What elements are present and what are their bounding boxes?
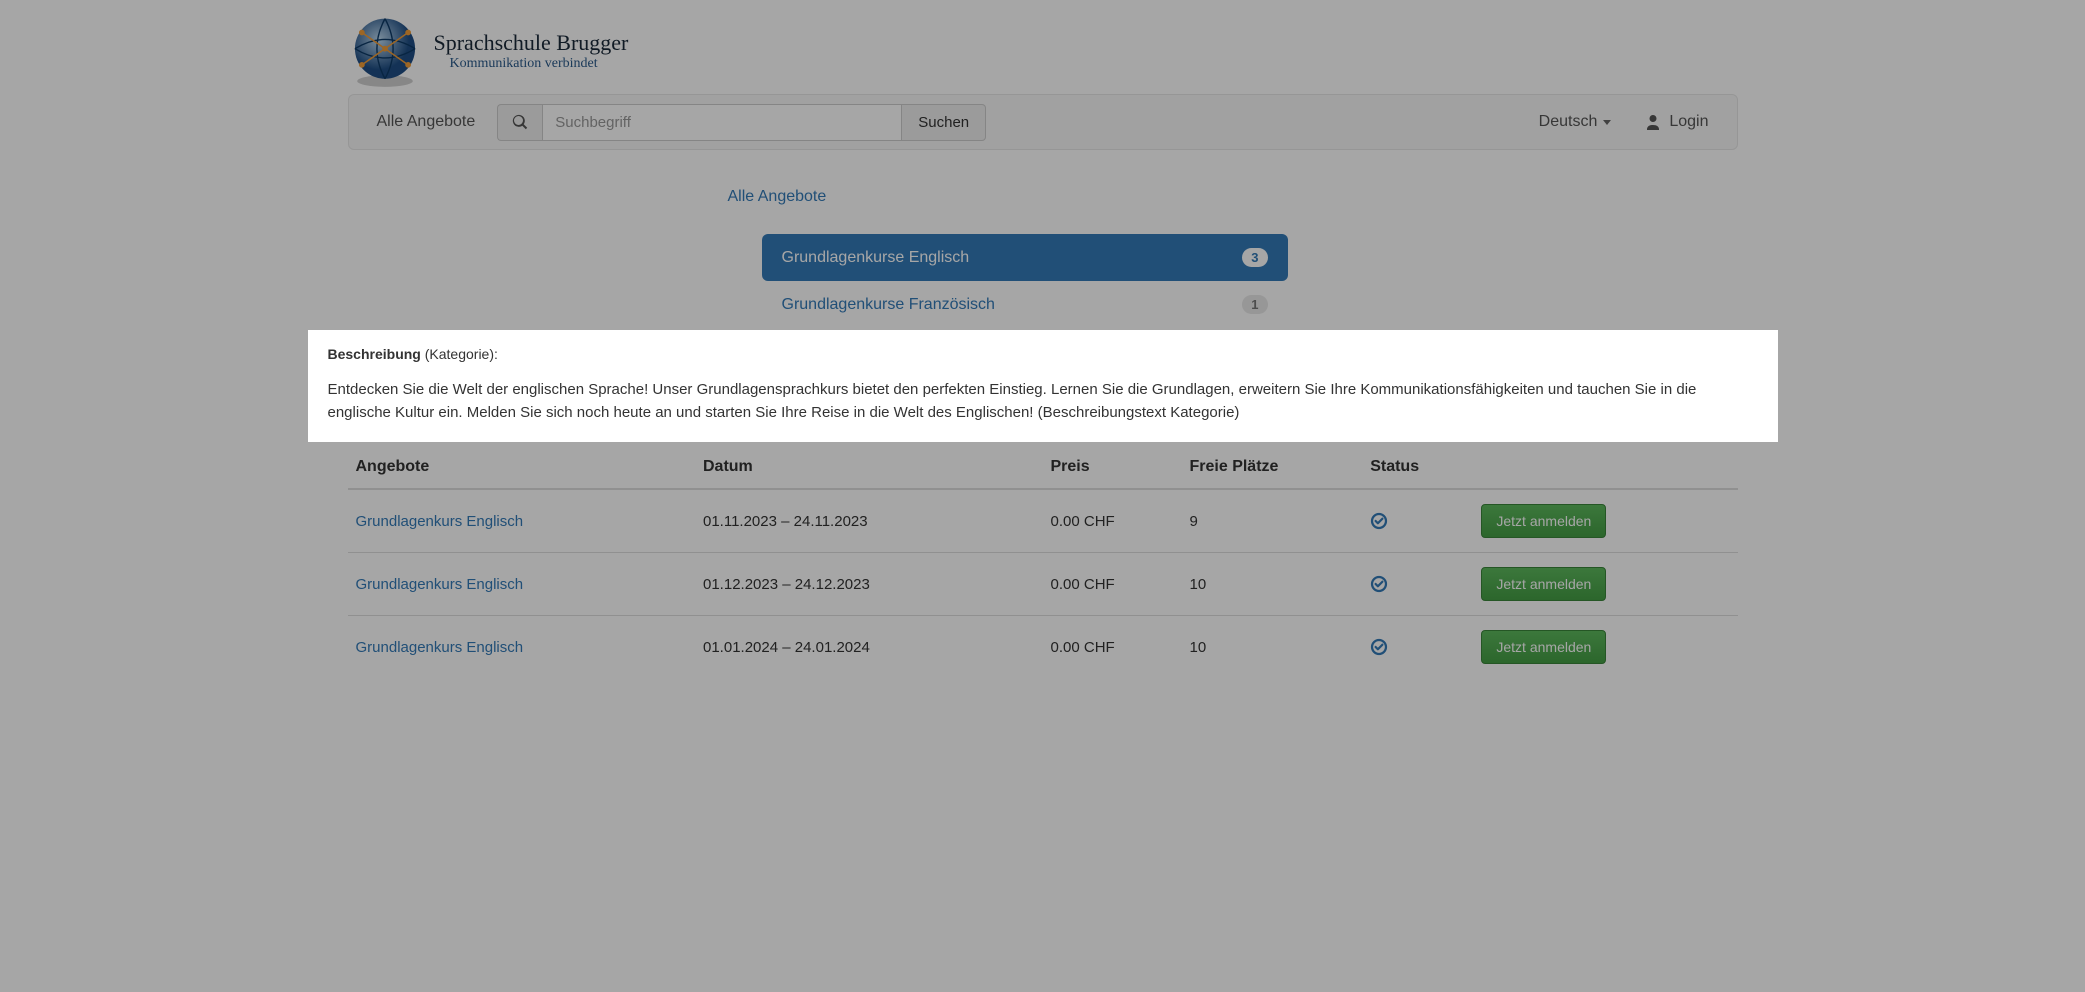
login-button[interactable]: Login bbox=[1631, 103, 1722, 141]
logo-row: Sprachschule Brugger Kommunikation verbi… bbox=[348, 0, 1738, 94]
logo[interactable]: Sprachschule Brugger Kommunikation verbi… bbox=[348, 14, 1738, 88]
language-label: Deutsch bbox=[1539, 113, 1598, 131]
navbar: Alle Angebote Suchen Deutsch bbox=[348, 94, 1738, 150]
globe-icon bbox=[348, 14, 422, 88]
th-offer: Angebote bbox=[348, 446, 696, 489]
course-link[interactable]: Grundlagenkurs Englisch bbox=[356, 576, 524, 593]
description-panel: Beschreibung (Kategorie): Entdecken Sie … bbox=[308, 330, 1778, 442]
category-item-badge: 1 bbox=[1242, 295, 1267, 314]
cell-status bbox=[1362, 553, 1473, 616]
course-link[interactable]: Grundlagenkurs Englisch bbox=[356, 639, 524, 656]
category-item[interactable]: Grundlagenkurse Englisch 3 bbox=[762, 234, 1288, 281]
table-row: Grundlagenkurs Englisch 01.11.2023 – 24.1… bbox=[348, 489, 1738, 553]
th-date: Datum bbox=[695, 446, 1043, 489]
th-seats: Freie Plätze bbox=[1182, 446, 1363, 489]
category-item[interactable]: Grundlagenkurse Französisch 1 bbox=[762, 281, 1288, 328]
status-ok-icon bbox=[1370, 638, 1388, 655]
cell-seats: 9 bbox=[1182, 489, 1363, 553]
cell-status bbox=[1362, 489, 1473, 553]
logo-title: Sprachschule Brugger bbox=[434, 30, 629, 56]
category-root[interactable]: Alle Angebote bbox=[728, 178, 1288, 216]
enroll-button[interactable]: Jetzt anmelden bbox=[1481, 504, 1606, 538]
search-button[interactable]: Suchen bbox=[902, 104, 986, 141]
description-heading: Beschreibung (Kategorie): bbox=[328, 344, 1758, 366]
offers-table: Angebote Datum Preis Freie Plätze Status… bbox=[348, 446, 1738, 678]
table-row: Grundlagenkurs Englisch 01.01.2024 – 24.0… bbox=[348, 616, 1738, 679]
cell-date: 01.01.2024 – 24.01.2024 bbox=[695, 616, 1043, 679]
category-item-label: Grundlagenkurse Englisch bbox=[782, 249, 970, 267]
status-ok-icon bbox=[1370, 575, 1388, 592]
th-status: Status bbox=[1362, 446, 1473, 489]
nav-all-offers[interactable]: Alle Angebote bbox=[363, 103, 490, 141]
description-text: Entdecken Sie die Welt der englischen Sp… bbox=[328, 378, 1758, 425]
search-icon[interactable] bbox=[497, 104, 542, 141]
category-item-label: Grundlagenkurse Französisch bbox=[782, 296, 995, 314]
language-dropdown[interactable]: Deutsch bbox=[1525, 103, 1626, 141]
search-group: Suchen bbox=[497, 104, 986, 141]
user-icon bbox=[1645, 113, 1661, 131]
cell-seats: 10 bbox=[1182, 616, 1363, 679]
category-nav: Alle Angebote Grundlagenkurse Englisch3G… bbox=[728, 178, 1288, 328]
cell-price: 0.00 CHF bbox=[1043, 489, 1182, 553]
status-ok-icon bbox=[1370, 512, 1388, 529]
search-input[interactable] bbox=[542, 104, 902, 141]
category-item-badge: 3 bbox=[1242, 248, 1267, 267]
cell-date: 01.11.2023 – 24.11.2023 bbox=[695, 489, 1043, 553]
cell-price: 0.00 CHF bbox=[1043, 553, 1182, 616]
course-link[interactable]: Grundlagenkurs Englisch bbox=[356, 513, 524, 530]
enroll-button[interactable]: Jetzt anmelden bbox=[1481, 567, 1606, 601]
th-action bbox=[1473, 446, 1737, 489]
table-row: Grundlagenkurs Englisch 01.12.2023 – 24.1… bbox=[348, 553, 1738, 616]
enroll-button[interactable]: Jetzt anmelden bbox=[1481, 630, 1606, 664]
logo-subtitle: Kommunikation verbindet bbox=[450, 56, 629, 72]
cell-date: 01.12.2023 – 24.12.2023 bbox=[695, 553, 1043, 616]
th-price: Preis bbox=[1043, 446, 1182, 489]
cell-price: 0.00 CHF bbox=[1043, 616, 1182, 679]
login-label: Login bbox=[1669, 113, 1708, 131]
caret-down-icon bbox=[1603, 120, 1611, 125]
cell-seats: 10 bbox=[1182, 553, 1363, 616]
cell-status bbox=[1362, 616, 1473, 679]
